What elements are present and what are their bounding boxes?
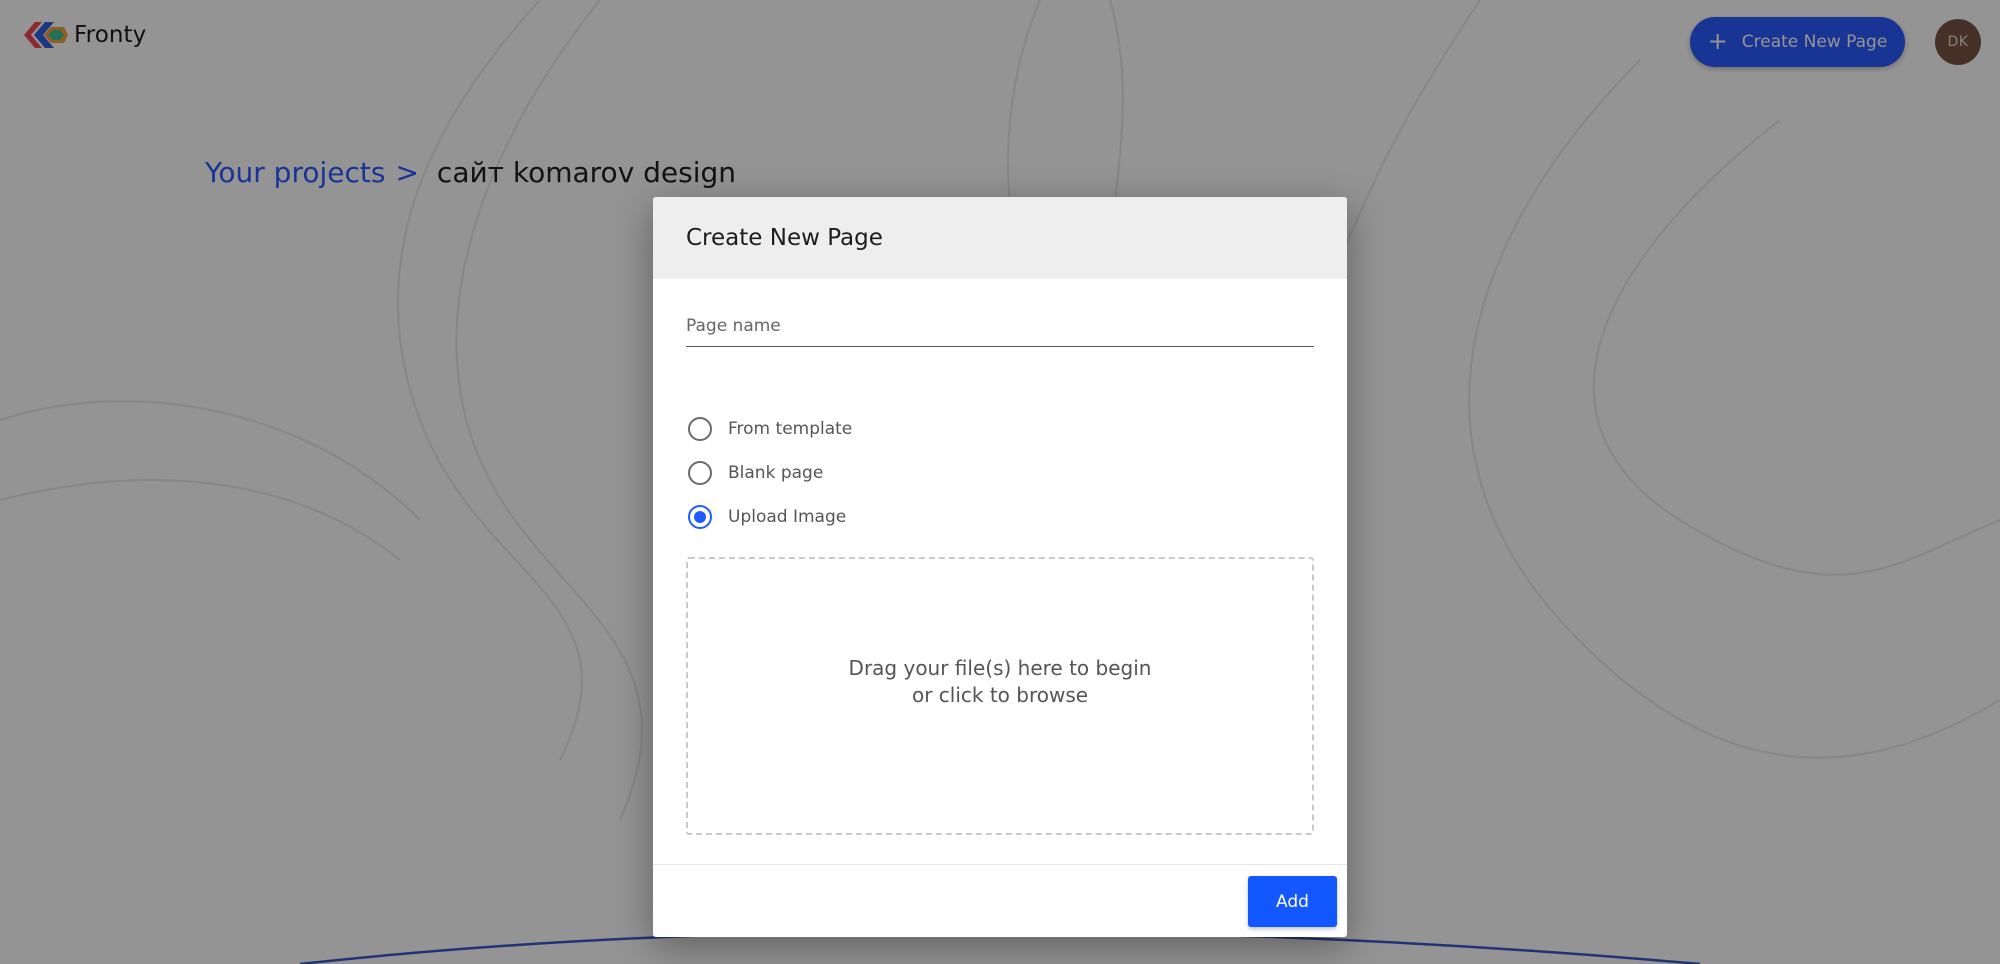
create-page-dialog: Create New Page From template Blank page…: [653, 197, 1347, 937]
option-blank-page[interactable]: Blank page: [688, 451, 852, 495]
dropzone-text-line2: or click to browse: [911, 683, 1089, 707]
page-source-options: From template Blank page Upload Image: [688, 407, 852, 539]
add-button[interactable]: Add: [1248, 876, 1337, 927]
option-from-template[interactable]: From template: [688, 407, 852, 451]
radio-upload-image[interactable]: [688, 505, 712, 529]
option-label-blank-page: Blank page: [728, 463, 824, 483]
dialog-header: Create New Page: [653, 197, 1347, 279]
file-dropzone[interactable]: Drag your file(s) here to begin or click…: [686, 557, 1314, 835]
radio-selected-dot: [694, 511, 706, 523]
radio-from-template[interactable]: [688, 417, 712, 441]
option-label-upload-image: Upload Image: [728, 507, 847, 527]
option-label-from-template: From template: [728, 419, 853, 439]
dropzone-text-line1: Drag your file(s) here to begin: [848, 656, 1152, 680]
dialog-footer-divider: [653, 864, 1347, 865]
page-name-input[interactable]: [686, 307, 1314, 345]
page-name-field: [686, 307, 1314, 347]
radio-blank-page[interactable]: [688, 461, 712, 485]
dialog-title: Create New Page: [686, 225, 883, 251]
option-upload-image[interactable]: Upload Image: [688, 495, 852, 539]
